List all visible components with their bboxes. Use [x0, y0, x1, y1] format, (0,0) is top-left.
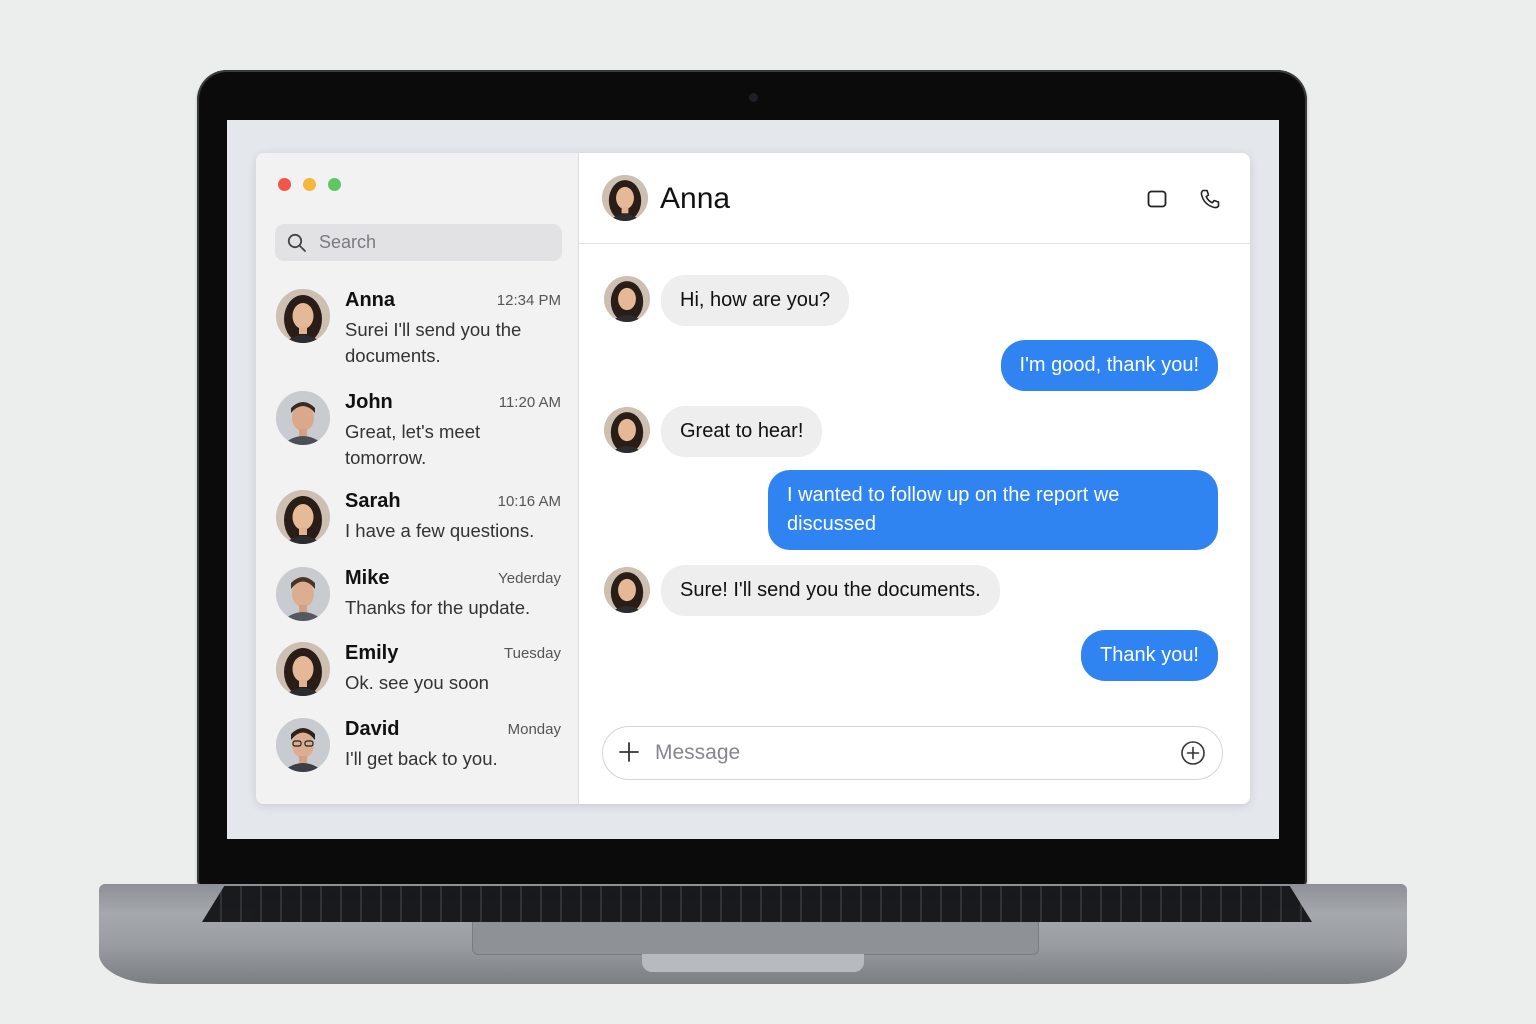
zoom-window-button[interactable]: [328, 178, 341, 191]
message-row-incoming: Sure! I'll send you the documents.: [579, 565, 1250, 617]
message-preview: Surei I'll send you the documents.: [345, 319, 522, 366]
message-bubble-outgoing[interactable]: I wanted to follow up on the report we d…: [768, 470, 1218, 550]
avatar: [276, 490, 330, 544]
chat-header: Anna: [579, 153, 1250, 244]
keyboard: [202, 886, 1312, 922]
contact-name: Mike: [345, 567, 390, 589]
avatar: [604, 567, 650, 613]
contact-name: Emily: [345, 642, 399, 664]
contact-avatar[interactable]: [602, 175, 648, 221]
message-bubble-outgoing[interactable]: I'm good, thank you!: [1000, 340, 1218, 391]
search-icon: [287, 233, 306, 252]
message-preview: Ok. see you soon: [345, 672, 489, 693]
message-composer[interactable]: Message: [602, 726, 1223, 780]
sidebar: Search Anna 12:34 PM Surei I'll send you…: [256, 153, 579, 804]
message-row-outgoing: Thank you!: [579, 630, 1250, 682]
message-bubble-incoming[interactable]: Hi, how are you?: [661, 275, 850, 326]
message-time: 10:16 AM: [497, 493, 561, 510]
chat-panel: Anna Hi, how are you? I'm good, thank yo…: [579, 153, 1250, 804]
webcam: [749, 93, 758, 102]
message-time: Tuesday: [504, 645, 561, 662]
message-time: 11:20 AM: [498, 394, 561, 411]
conversation-item-mike[interactable]: Mike Yederday Thanks for the update.: [276, 567, 566, 627]
search-input[interactable]: Search: [275, 224, 562, 261]
message-bubble-outgoing[interactable]: Thank you!: [1081, 630, 1218, 681]
avatar: [604, 276, 650, 322]
avatar: [276, 289, 330, 343]
conversation-item-emily[interactable]: Emily Tuesday Ok. see you soon: [276, 642, 566, 702]
message-time: Yederday: [498, 570, 561, 587]
plus-icon[interactable]: [617, 740, 641, 764]
message-bubble-incoming[interactable]: Sure! I'll send you the documents.: [661, 565, 1000, 616]
avatar: [276, 718, 330, 772]
message-input-placeholder[interactable]: Message: [655, 741, 740, 765]
message-time: 12:34 PM: [496, 292, 561, 309]
message-time: Monday: [507, 721, 561, 738]
message-preview: I have a few questions.: [345, 520, 535, 541]
message-row-outgoing: I'm good, thank you!: [579, 340, 1250, 392]
avatar: [276, 567, 330, 621]
avatar: [276, 391, 330, 445]
messages-window: Search Anna 12:34 PM Surei I'll send you…: [256, 153, 1250, 804]
message-preview: Great, let's meet tomorrow.: [345, 421, 481, 468]
phone-icon[interactable]: [1198, 187, 1222, 211]
avatar: [276, 642, 330, 696]
minimize-window-button[interactable]: [303, 178, 316, 191]
contact-name: Anna: [345, 289, 395, 311]
search-placeholder: Search: [319, 232, 377, 252]
message-bubble-incoming[interactable]: Great to hear!: [661, 406, 823, 457]
trackpad: [472, 922, 1039, 955]
lid-opening-notch: [642, 954, 864, 972]
message-preview: Thanks for the update.: [345, 597, 531, 618]
contact-name: Sarah: [345, 490, 401, 512]
message-row-incoming: Great to hear!: [579, 406, 1250, 458]
video-call-icon[interactable]: [1145, 187, 1169, 211]
conversation-item-john[interactable]: John 11:20 AM Great, let's meet tomorrow…: [276, 391, 566, 471]
message-preview: I'll get back to you.: [345, 748, 498, 769]
conversation-item-sarah[interactable]: Sarah 10:16 AM I have a few questions.: [276, 490, 566, 550]
close-window-button[interactable]: [278, 178, 291, 191]
add-circle-icon[interactable]: [1180, 740, 1206, 766]
contact-name: John: [345, 391, 393, 413]
message-row-incoming: Hi, how are you?: [579, 275, 1250, 329]
conversation-item-anna[interactable]: Anna 12:34 PM Surei I'll send you the do…: [276, 289, 566, 369]
avatar: [604, 407, 650, 453]
contact-name: David: [345, 718, 400, 740]
conversation-item-david[interactable]: David Monday I'll get back to you.: [276, 718, 566, 778]
message-row-outgoing: I wanted to follow up on the report we d…: [579, 470, 1250, 550]
chat-title: Anna: [660, 182, 731, 215]
